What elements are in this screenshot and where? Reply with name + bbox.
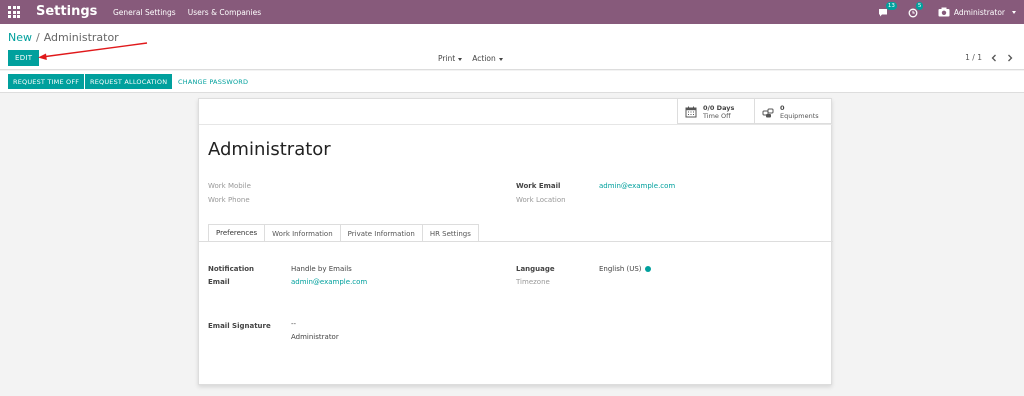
equipment-label: Equipments <box>780 111 819 120</box>
language-label: Language <box>516 265 555 273</box>
messages-menu[interactable]: 13 <box>878 2 897 19</box>
time-off-smart-button[interactable]: 0/0 Days Time Off <box>677 99 754 124</box>
time-off-label: Time Off <box>703 111 731 120</box>
messages-badge: 13 <box>885 2 897 10</box>
email-value[interactable]: admin@example.com <box>291 278 367 286</box>
work-mobile-label: Work Mobile <box>208 182 251 190</box>
print-dropdown[interactable]: Print <box>438 54 463 63</box>
change-password-button[interactable]: CHANGE PASSWORD <box>173 74 253 89</box>
work-email-value[interactable]: admin@example.com <box>599 182 675 190</box>
work-phone-label: Work Phone <box>208 196 250 204</box>
globe-icon[interactable] <box>645 266 651 272</box>
equipment-value: 0 <box>780 103 785 112</box>
request-allocation-button[interactable]: REQUEST ALLOCATION <box>85 74 173 89</box>
sidebar-actions: Print Action <box>438 54 503 63</box>
email-label: Email <box>208 278 230 286</box>
notification-label: Notification <box>208 265 255 273</box>
menu-users-companies[interactable]: Users & Companies <box>188 8 261 17</box>
smart-button-box: 0/0 Days Time Off 0 Equipments <box>677 99 831 124</box>
chevron-left-icon[interactable] <box>990 54 998 62</box>
menu-general-settings[interactable]: General Settings <box>113 8 176 17</box>
app-title[interactable]: Settings <box>36 4 97 19</box>
user-avatar-icon <box>938 7 950 17</box>
email-signature-line2: Administrator <box>291 333 339 341</box>
user-name: Administrator <box>953 7 1005 17</box>
employee-name: Administrator <box>208 139 331 160</box>
time-off-value: 0/0 Days <box>703 103 735 112</box>
clock-icon <box>908 8 918 18</box>
language-value: English (US) <box>599 265 642 273</box>
work-location-label: Work Location <box>516 196 566 204</box>
top-navbar: Settings General Settings Users & Compan… <box>0 0 1024 24</box>
action-dropdown[interactable]: Action <box>472 54 503 63</box>
caret-down-icon <box>458 57 463 61</box>
notification-value: Handle by Emails <box>291 265 352 273</box>
tab-preferences[interactable]: Preferences <box>208 224 266 242</box>
action-label: Action <box>472 54 496 63</box>
chat-icon <box>878 9 887 17</box>
request-time-off-button[interactable]: REQUEST TIME OFF <box>8 74 85 89</box>
caret-down-icon <box>498 57 503 61</box>
equipment-icon <box>762 108 774 117</box>
systray: 13 5 Administrator <box>878 0 1016 24</box>
notebook-tabs: Preferences Work Information Private Inf… <box>208 224 479 242</box>
activities-menu[interactable]: 5 <box>908 2 924 19</box>
pager: 1 / 1 <box>965 53 1014 62</box>
statusbar: REQUEST TIME OFF REQUEST ALLOCATION CHAN… <box>0 71 1024 93</box>
control-panel: New / Administrator EDIT Print Action 1 / … <box>0 24 1024 70</box>
breadcrumb-parent[interactable]: New <box>8 31 32 44</box>
caret-down-icon <box>1012 10 1016 14</box>
equipments-smart-button[interactable]: 0 Equipments <box>754 99 831 124</box>
apps-menu-icon[interactable] <box>8 6 20 18</box>
divider <box>199 124 833 125</box>
calendar-icon <box>685 106 697 117</box>
tabs-divider <box>199 241 833 242</box>
annotation-arrow-icon <box>38 42 148 60</box>
print-label: Print <box>438 54 456 63</box>
email-signature-line1: -- <box>291 320 297 328</box>
form-sheet: 0/0 Days Time Off 0 Equipments Administr… <box>198 98 833 385</box>
timezone-label: Timezone <box>516 278 550 286</box>
work-email-label: Work Email <box>516 182 561 190</box>
chevron-right-icon[interactable] <box>1006 54 1014 62</box>
user-menu[interactable]: Administrator <box>938 7 1016 17</box>
tab-private-information[interactable]: Private Information <box>339 224 423 242</box>
tab-hr-settings[interactable]: HR Settings <box>421 224 479 242</box>
email-signature-label: Email Signature <box>208 322 271 330</box>
main-menu: General Settings Users & Companies <box>113 8 261 17</box>
tab-work-information[interactable]: Work Information <box>264 224 341 242</box>
activities-badge: 5 <box>915 2 924 10</box>
pager-value[interactable]: 1 / 1 <box>965 53 982 62</box>
